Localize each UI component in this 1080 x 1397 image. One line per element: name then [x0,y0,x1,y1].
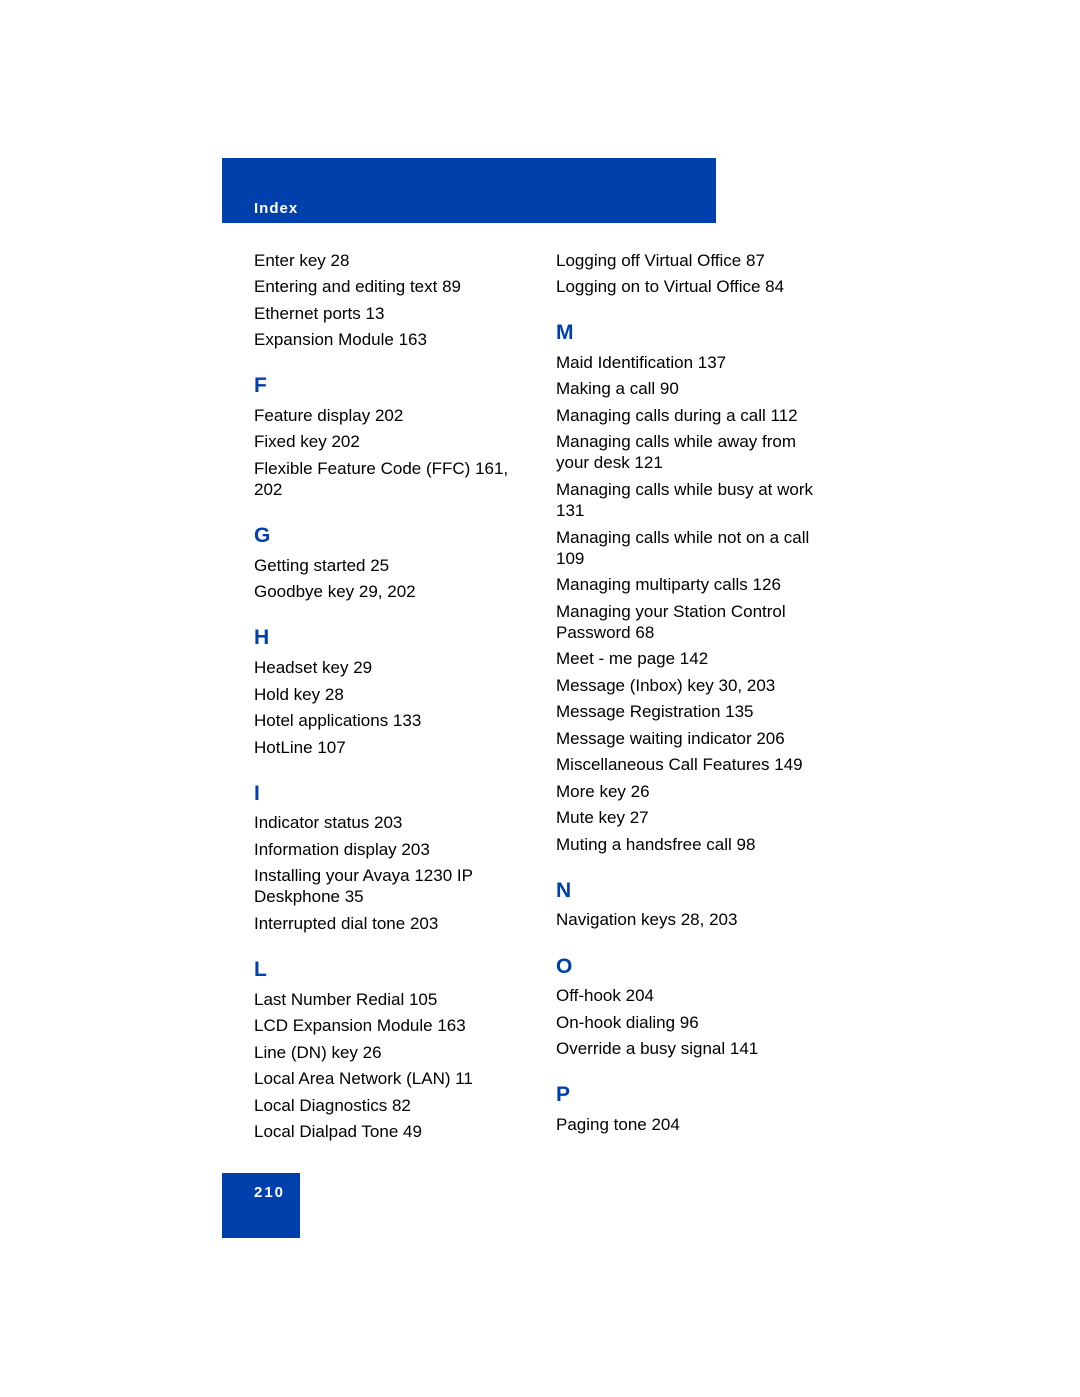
index-entry[interactable]: Off-hook 204 [556,985,654,1006]
index-entry[interactable]: Goodbye key 29, 202 [254,581,416,602]
index-entry[interactable]: Maid Identification 137 [556,352,726,373]
index-entry[interactable]: Message Registration 135 [556,701,754,722]
index-entry[interactable]: Feature display 202 [254,405,403,426]
index-entry[interactable]: Ethernet ports 13 [254,303,384,324]
index-entry-continued[interactable]: Deskphone 35 [254,886,364,907]
index-entry[interactable]: Fixed key 202 [254,431,360,452]
index-entry[interactable]: Miscellaneous Call Features 149 [556,754,803,775]
index-entry[interactable]: Local Dialpad Tone 49 [254,1121,422,1142]
letter-heading-n: N [556,879,572,902]
index-entry[interactable]: Mute key 27 [556,807,649,828]
index-entry[interactable]: Logging off Virtual Office 87 [556,250,765,271]
page-number-box: 210 [222,1173,300,1238]
header-band: Index [222,158,716,223]
letter-heading-p: P [556,1083,571,1106]
index-entry[interactable]: Navigation keys 28, 203 [556,909,737,930]
index-entry-continued[interactable]: 131 [556,500,584,521]
letter-heading-g: G [254,524,271,547]
index-entry[interactable]: Installing your Avaya 1230 IP [254,865,473,886]
index-entry[interactable]: Making a call 90 [556,378,679,399]
index-entry[interactable]: Logging on to Virtual Office 84 [556,276,784,297]
index-entry[interactable]: Enter key 28 [254,250,349,271]
index-entry[interactable]: Muting a handsfree call 98 [556,834,755,855]
index-entry[interactable]: Last Number Redial 105 [254,989,437,1010]
letter-heading-i: I [254,782,260,805]
index-entry[interactable]: Entering and editing text 89 [254,276,461,297]
letter-heading-m: M [556,321,574,344]
index-entry[interactable]: Managing calls during a call 112 [556,405,798,426]
index-entry-continued[interactable]: 202 [254,479,282,500]
index-entry[interactable]: Override a busy signal 141 [556,1038,758,1059]
index-entry[interactable]: HotLine 107 [254,737,346,758]
index-entry[interactable]: Message (Inbox) key 30, 203 [556,675,775,696]
index-entry[interactable]: Managing multiparty calls 126 [556,574,781,595]
index-entry[interactable]: More key 26 [556,781,650,802]
index-entry-continued[interactable]: Password 68 [556,622,654,643]
index-entry[interactable]: Getting started 25 [254,555,389,576]
index-entry[interactable]: Managing calls while not on a call [556,527,809,548]
index-entry[interactable]: Managing calls while away from [556,431,796,452]
index-entry[interactable]: Flexible Feature Code (FFC) 161, [254,458,508,479]
index-entry[interactable]: LCD Expansion Module 163 [254,1015,466,1036]
index-entry[interactable]: Hotel applications 133 [254,710,421,731]
index-entry[interactable]: Managing calls while busy at work [556,479,813,500]
index-entry[interactable]: Meet - me page 142 [556,648,708,669]
index-entry[interactable]: Message waiting indicator 206 [556,728,785,749]
index-entry[interactable]: On-hook dialing 96 [556,1012,699,1033]
index-entry[interactable]: Headset key 29 [254,657,372,678]
index-entry[interactable]: Information display 203 [254,839,430,860]
letter-heading-h: H [254,626,270,649]
index-entry[interactable]: Hold key 28 [254,684,344,705]
index-entry[interactable]: Paging tone 204 [556,1114,680,1135]
letter-heading-o: O [556,955,573,978]
index-entry[interactable]: Managing your Station Control [556,601,786,622]
section-title: Index [254,200,299,217]
letter-heading-f: F [254,374,267,397]
index-entry[interactable]: Indicator status 203 [254,812,402,833]
letter-heading-l: L [254,958,267,981]
index-entry[interactable]: Expansion Module 163 [254,329,427,350]
index-entry[interactable]: Local Diagnostics 82 [254,1095,411,1116]
page-number: 210 [254,1184,286,1201]
index-entry[interactable]: Line (DN) key 26 [254,1042,382,1063]
index-entry[interactable]: Interrupted dial tone 203 [254,913,438,934]
index-entry-continued[interactable]: 109 [556,548,584,569]
index-entry[interactable]: Local Area Network (LAN) 11 [254,1068,473,1089]
index-entry-continued[interactable]: your desk 121 [556,452,663,473]
